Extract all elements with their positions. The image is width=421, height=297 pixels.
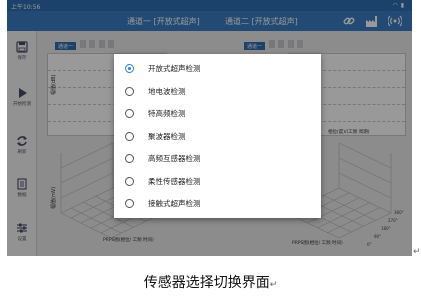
sensor-select-dialog: 开放式超声检测 地电波检测 特高频检测 聚波器检测 高频互感器检测 柔性传感器检… (114, 54, 321, 218)
option-label: 高频互感器检测 (148, 154, 201, 163)
radio-button[interactable] (125, 154, 134, 163)
option-label: 特高频检测 (148, 109, 186, 118)
option-label: 开放式超声检测 (148, 64, 201, 73)
app-screen: 上午10:56 ◠▮ 通道一 [开放式超声] 通道二 [开放式超声] 保存 开始… (7, 0, 412, 256)
figure-caption: 传感器选择切换界面↵ (0, 272, 421, 292)
caption-return-mark: ↵ (269, 280, 278, 290)
radio-button[interactable] (125, 86, 134, 96)
caption-text: 传感器选择切换界面 (143, 275, 270, 291)
option-label: 聚波器检测 (148, 131, 186, 141)
sensor-option-uhf[interactable]: 特高频检测 (114, 103, 321, 125)
sensor-option-tev[interactable]: 地电波检测 (114, 81, 321, 103)
sensor-option-flexible[interactable]: 柔性传感器检测 (114, 171, 321, 193)
sensor-option-contact-ultrasonic[interactable]: 接触式超声检测 (114, 193, 321, 215)
option-label: 地电波检测 (148, 86, 186, 96)
radio-button[interactable] (125, 109, 134, 118)
radio-button[interactable] (125, 176, 134, 186)
radio-button[interactable] (125, 64, 134, 73)
option-label: 柔性传感器检测 (148, 176, 201, 186)
sensor-option-hfct[interactable]: 高频互感器检测 (114, 148, 321, 170)
sensor-option-open-ultrasonic[interactable]: 开放式超声检测 (114, 58, 321, 80)
radio-button[interactable] (125, 131, 134, 141)
sensor-option-wave-concentrator[interactable]: 聚波器检测 (114, 126, 321, 148)
return-mark: ↵ (413, 247, 421, 257)
radio-button[interactable] (125, 199, 134, 208)
option-label: 接触式超声检测 (148, 199, 201, 208)
